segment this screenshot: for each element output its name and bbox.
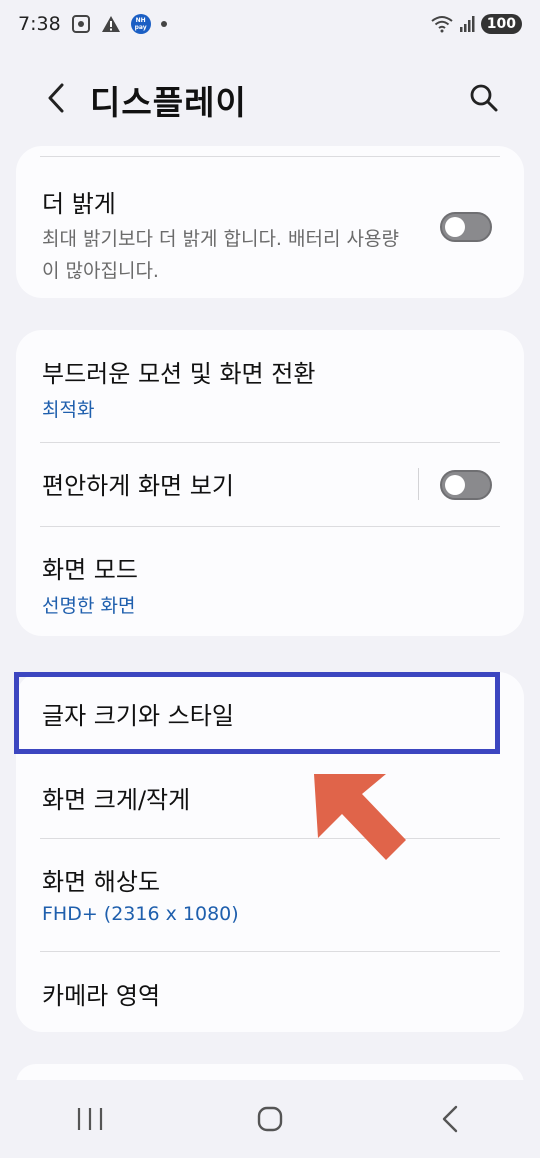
screen-resolution-row[interactable]: 화면 해상도 FHD+ (2316 x 1080) (42, 862, 498, 925)
app-header: 디스플레이 (0, 68, 540, 130)
motion-value: 최적화 (42, 399, 95, 421)
settings-card-motion: 부드러운 모션 및 화면 전환 최적화 편안하게 화면 보기 화면 모드 선명한… (16, 330, 524, 636)
divider (40, 526, 500, 527)
extra-brightness-toggle[interactable] (440, 212, 492, 242)
settings-card-brightness: 더 밝게 최대 밝기보다 더 밝게 합니다. 배터리 사용량이 많아집니다. (16, 146, 524, 298)
eye-comfort-title: 편안하게 화면 보기 (42, 472, 234, 500)
highlight-box (14, 672, 500, 754)
divider (40, 156, 500, 157)
motion-title: 부드러운 모션 및 화면 전환 (42, 360, 316, 388)
navigation-bar (0, 1080, 540, 1158)
status-bar: 7:38 NH pay 100 (0, 0, 540, 48)
battery-indicator: 100 (480, 14, 522, 34)
notification-dot-icon (160, 21, 167, 27)
search-icon (470, 84, 498, 112)
screen-zoom-title: 화면 크게/작게 (42, 786, 191, 814)
home-icon (257, 1106, 283, 1132)
wifi-icon (431, 15, 453, 33)
screenshot-icon (71, 14, 91, 34)
divider (40, 951, 500, 952)
home-button[interactable] (240, 1094, 300, 1144)
warning-icon (101, 15, 121, 33)
screen-resolution-value: FHD+ (2316 x 1080) (42, 903, 239, 925)
toggle-knob (445, 217, 465, 237)
motion-row[interactable]: 부드러운 모션 및 화면 전환 최적화 (42, 354, 498, 422)
recent-apps-icon (77, 1108, 103, 1130)
screen-resolution-title: 화면 해상도 (42, 868, 161, 896)
nh-pay-text-2: pay (134, 24, 147, 31)
back-icon (442, 1105, 458, 1133)
chevron-left-icon (48, 83, 64, 113)
screen-mode-row[interactable]: 화면 모드 선명한 화면 (42, 550, 498, 618)
eye-comfort-row[interactable]: 편안하게 화면 보기 (42, 466, 404, 501)
annotation-arrow-icon (314, 774, 406, 860)
eye-comfort-toggle[interactable] (440, 470, 492, 500)
extra-brightness-title: 더 밝게 (42, 190, 116, 218)
camera-cutout-row[interactable]: 카메라 영역 (42, 976, 498, 1011)
search-button[interactable] (464, 78, 504, 118)
camera-cutout-title: 카메라 영역 (42, 982, 161, 1010)
extra-brightness-description: 최대 밝기보다 더 밝게 합니다. 배터리 사용량이 많아집니다. (42, 228, 399, 282)
page-title: 디스플레이 (90, 83, 247, 122)
screen-zoom-row[interactable]: 화면 크게/작게 (42, 780, 498, 815)
screen-mode-value: 선명한 화면 (42, 595, 136, 617)
extra-brightness-row[interactable]: 더 밝게 최대 밝기보다 더 밝게 합니다. 배터리 사용량이 많아집니다. (42, 184, 404, 287)
signal-icon (459, 15, 475, 33)
screen-mode-title: 화면 모드 (42, 556, 138, 584)
nh-pay-text-1: NH (135, 17, 146, 24)
recent-apps-button[interactable] (60, 1094, 120, 1144)
divider (40, 838, 500, 839)
status-time: 7:38 (18, 13, 61, 35)
divider (40, 442, 500, 443)
vertical-separator (418, 468, 419, 500)
toggle-knob (445, 475, 465, 495)
back-button[interactable] (36, 78, 76, 118)
nh-pay-icon: NH pay (130, 14, 151, 34)
back-nav-button[interactable] (420, 1094, 480, 1144)
